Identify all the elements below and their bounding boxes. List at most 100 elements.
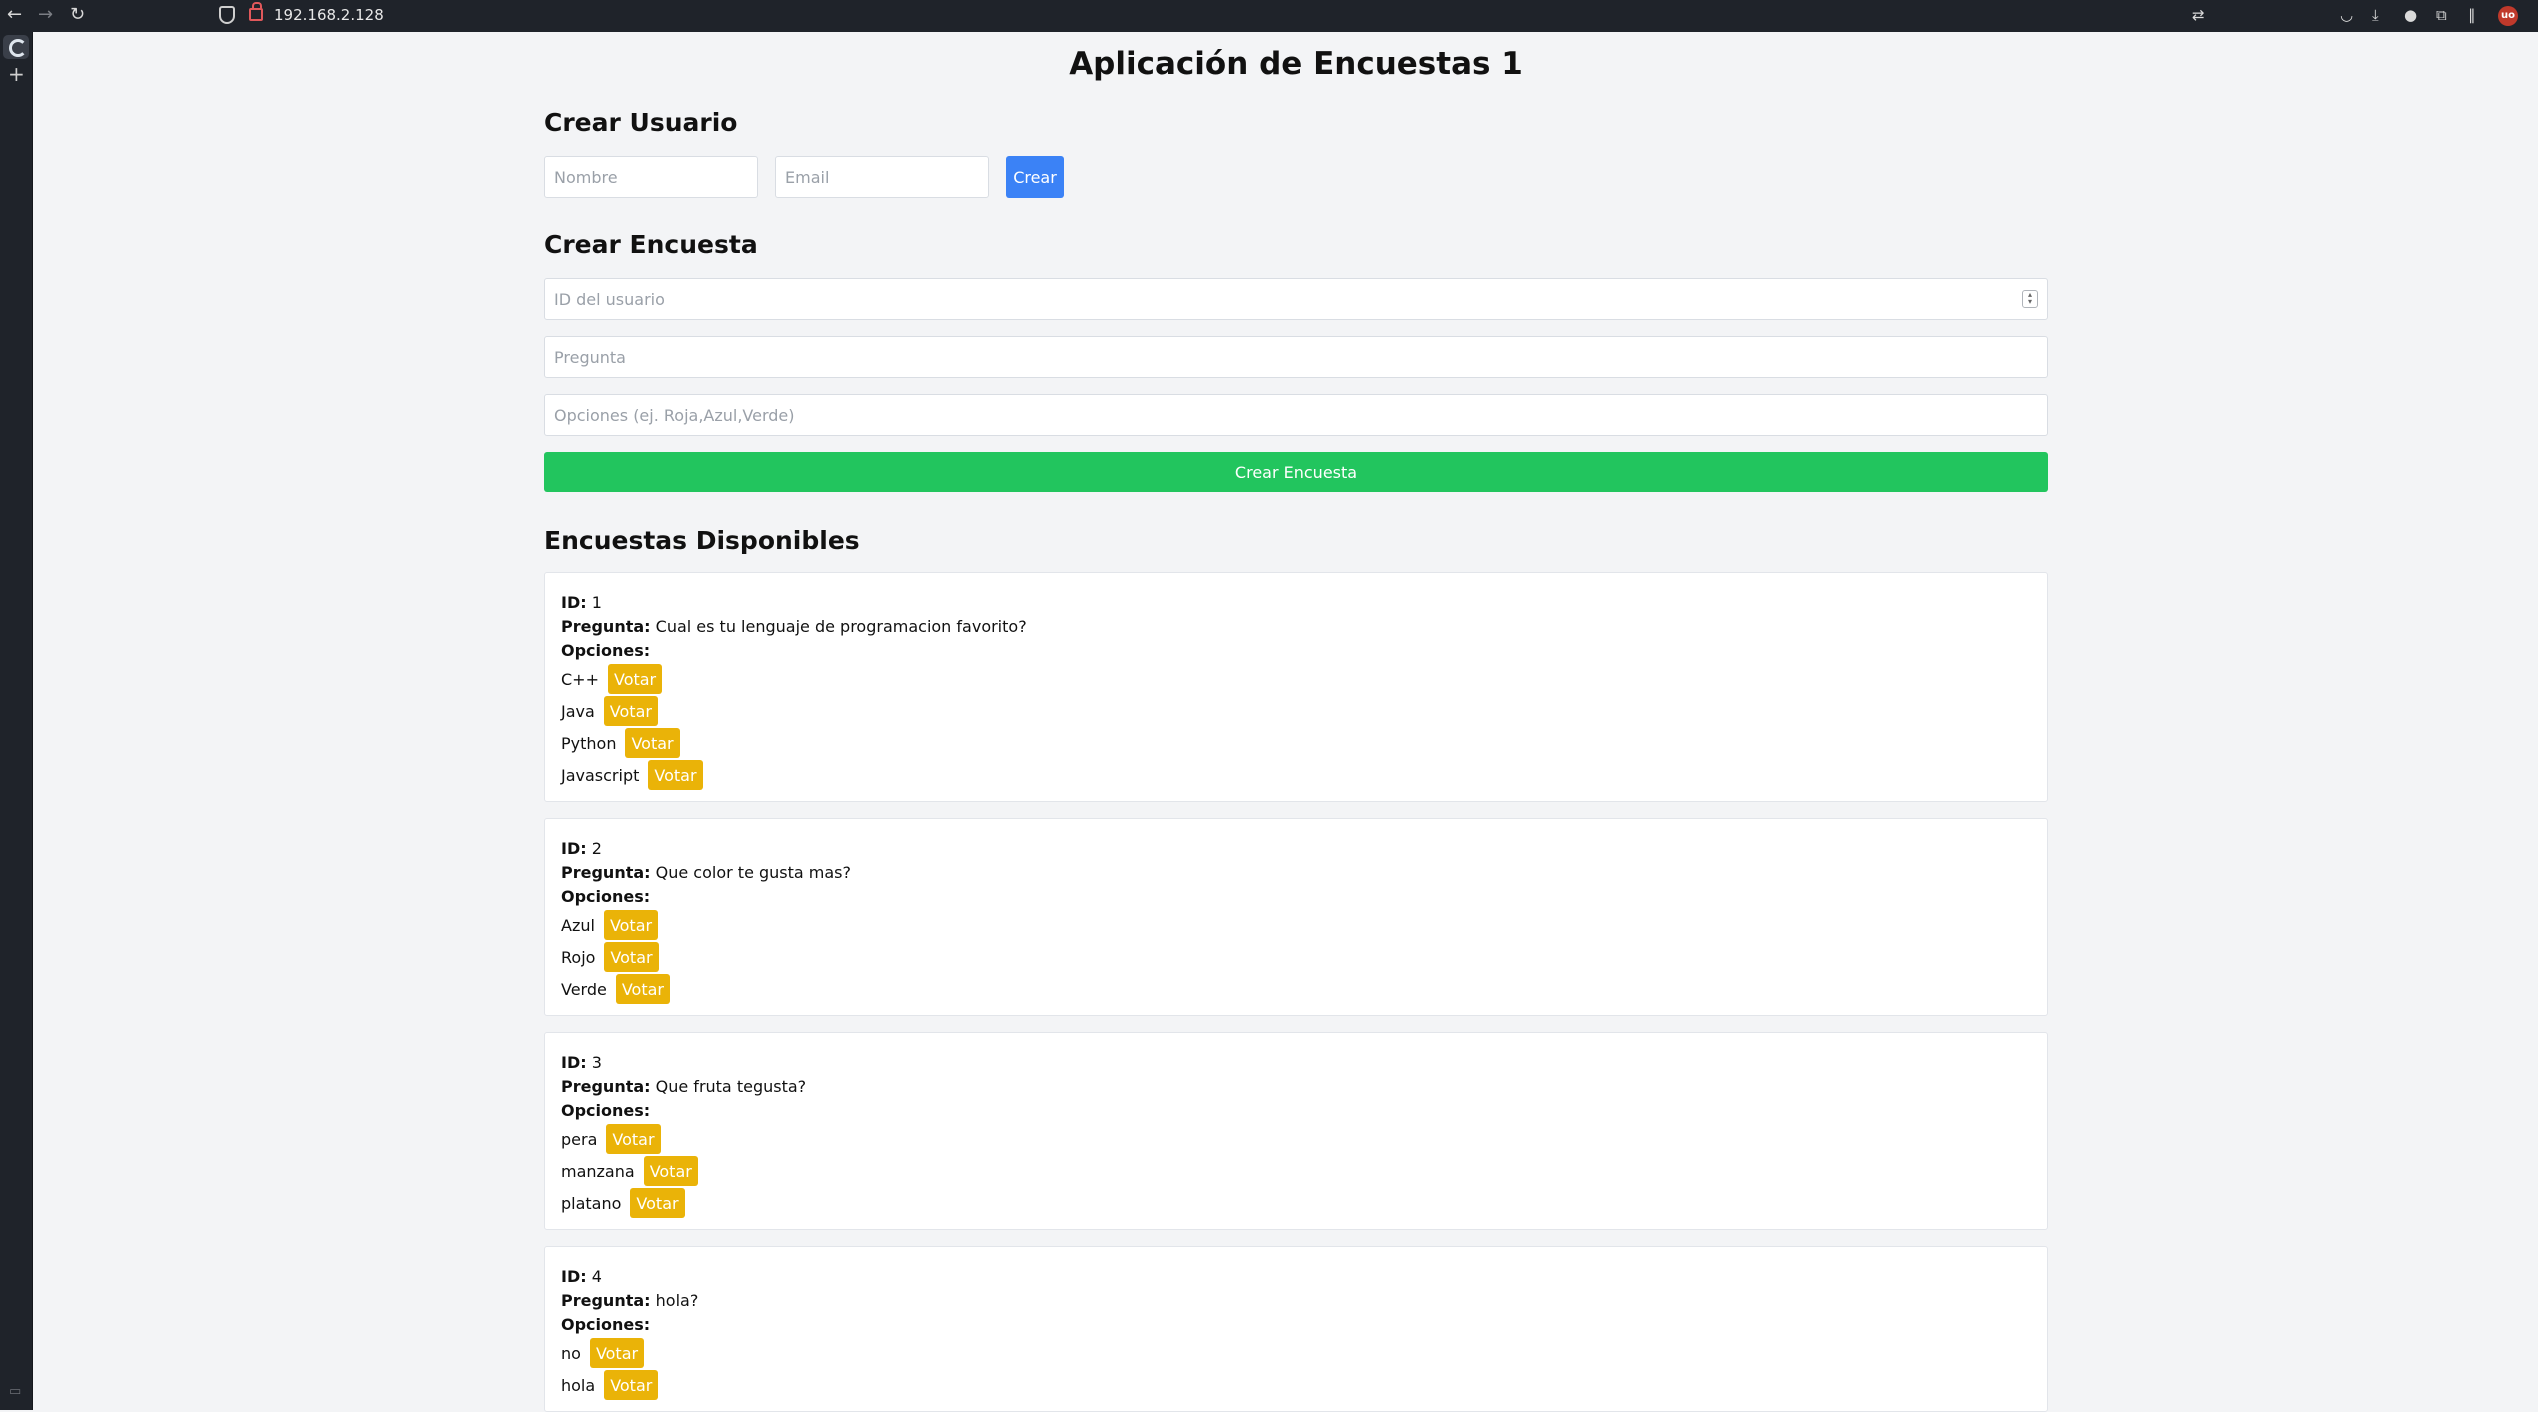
encuesta-id-value: 3: [591, 1053, 602, 1072]
encuesta-pregunta-value: Que color te gusta mas?: [655, 863, 852, 882]
encuesta-opciones-label: Opciones:: [561, 1101, 651, 1120]
browser-sidebar: + ▭: [0, 32, 33, 1410]
encuesta-pregunta: Pregunta: Cual es tu lenguaje de program…: [561, 615, 2031, 639]
votar-button[interactable]: Votar: [606, 1124, 661, 1154]
reload-icon[interactable]: ↻: [70, 4, 85, 25]
encuesta-id-value: 2: [591, 839, 602, 858]
opcion-row: Azul Votar: [561, 909, 2031, 941]
new-tab-icon[interactable]: +: [8, 62, 25, 86]
encuesta-opciones: Opciones:: [561, 1313, 2031, 1337]
opcion-row: C++ Votar: [561, 663, 2031, 695]
pregunta-input[interactable]: [544, 336, 2048, 378]
votar-button[interactable]: Votar: [604, 942, 659, 972]
votar-button[interactable]: Votar: [607, 664, 663, 694]
encuesta-opciones-label: Opciones:: [561, 887, 651, 906]
sidebar-tab-icon[interactable]: [3, 35, 29, 59]
encuesta-id-value: 4: [591, 1267, 602, 1286]
account-icon[interactable]: ●: [2404, 6, 2417, 24]
encuesta-card: ID: 4 Pregunta: hola? Opciones: no Votar hola…: [544, 1246, 2048, 1412]
opcion-label: Python: [561, 733, 617, 753]
opcion-row: Rojo Votar: [561, 941, 2031, 973]
votar-button[interactable]: Votar: [630, 1188, 685, 1218]
encuesta-pregunta: Pregunta: Que fruta tegusta?: [561, 1075, 2031, 1099]
number-stepper-icon[interactable]: ▴ ▾: [2022, 290, 2038, 308]
opcion-row: Python Votar: [561, 727, 2031, 759]
encuesta-card: ID: 2 Pregunta: Que color te gusta mas? Op…: [544, 818, 2048, 1016]
ublock-icon[interactable]: uo: [2498, 6, 2518, 26]
browser-toolbar: ← → ↻ 192.168.2.128 ⇄ ◡ ⤓ ● ⧉ ∥ uo: [0, 0, 2538, 32]
votar-button[interactable]: Votar: [603, 696, 658, 726]
opcion-label: Verde: [561, 979, 607, 999]
opcion-label: platano: [561, 1193, 622, 1213]
opcion-row: no Votar: [561, 1337, 2031, 1369]
crear-encuesta-heading: Crear Encuesta: [544, 230, 758, 259]
encuesta-id-label: ID:: [561, 1053, 587, 1072]
email-input[interactable]: [775, 156, 989, 198]
encuesta-id-label: ID:: [561, 593, 587, 612]
opcion-label: Rojo: [561, 947, 596, 967]
encuesta-id-value: 1: [591, 593, 602, 612]
id-usuario-field: ▴▾: [544, 278, 2048, 320]
opcion-label: Azul: [561, 915, 595, 935]
votar-button[interactable]: Votar: [643, 1156, 698, 1186]
shield-icon[interactable]: [219, 6, 235, 24]
encuesta-id: ID: 4: [561, 1265, 2031, 1289]
nombre-input[interactable]: [544, 156, 758, 198]
opcion-row: hola Votar: [561, 1369, 2031, 1401]
back-icon[interactable]: ←: [7, 4, 22, 25]
encuesta-pregunta-value: Que fruta tegusta?: [655, 1077, 807, 1096]
trash-icon[interactable]: ▭: [9, 1384, 21, 1399]
address-bar[interactable]: 192.168.2.128: [274, 6, 384, 24]
opcion-label: manzana: [561, 1161, 635, 1181]
library-icon[interactable]: ∥: [2468, 6, 2476, 24]
encuesta-id: ID: 3: [561, 1051, 2031, 1075]
votar-button[interactable]: Votar: [589, 1338, 645, 1368]
id-usuario-input[interactable]: [544, 278, 2048, 320]
opciones-input[interactable]: [544, 394, 2048, 436]
opcion-label: pera: [561, 1129, 598, 1149]
translate-icon[interactable]: ⇄: [2192, 6, 2205, 24]
insecure-lock-icon[interactable]: [249, 2, 263, 21]
encuesta-opciones: Opciones:: [561, 639, 2031, 663]
votar-button[interactable]: Votar: [648, 760, 703, 790]
encuesta-id: ID: 1: [561, 591, 2031, 615]
download-icon[interactable]: ⤓: [2372, 6, 2379, 24]
votar-button[interactable]: Votar: [625, 728, 680, 758]
opcion-label: Java: [561, 701, 595, 721]
crear-usuario-heading: Crear Usuario: [544, 108, 738, 137]
encuestas-heading: Encuestas Disponibles: [544, 526, 860, 555]
pocket-icon[interactable]: ◡: [2340, 6, 2353, 24]
votar-button[interactable]: Votar: [604, 1370, 659, 1400]
opcion-label: C++: [561, 669, 599, 689]
votar-button[interactable]: Votar: [615, 974, 670, 1004]
encuesta-pregunta: Pregunta: Que color te gusta mas?: [561, 861, 2031, 885]
encuesta-id: ID: 2: [561, 837, 2031, 861]
page-title: Aplicación de Encuestas 1: [1069, 46, 1523, 82]
opcion-label: Javascript: [561, 765, 640, 785]
encuesta-opciones: Opciones:: [561, 885, 2031, 909]
encuesta-opciones-label: Opciones:: [561, 641, 651, 660]
encuesta-pregunta-label: Pregunta:: [561, 863, 651, 882]
encuesta-card: ID: 3 Pregunta: Que fruta tegusta? Opcione…: [544, 1032, 2048, 1230]
votar-button[interactable]: Votar: [603, 910, 659, 940]
forward-icon[interactable]: →: [38, 4, 53, 25]
opcion-row: pera Votar: [561, 1123, 2031, 1155]
encuesta-pregunta-label: Pregunta:: [561, 1077, 651, 1096]
opcion-label: no: [561, 1343, 581, 1363]
opcion-row: Javascript Votar: [561, 759, 2031, 791]
opcion-label: hola: [561, 1375, 596, 1395]
crear-usuario-button[interactable]: Crear: [1006, 156, 1064, 198]
encuesta-pregunta-value: Cual es tu lenguaje de programacion favo…: [655, 617, 1027, 636]
crear-encuesta-button[interactable]: Crear Encuesta: [544, 452, 2048, 492]
extensions-icon[interactable]: ⧉: [2436, 6, 2447, 24]
encuesta-pregunta-label: Pregunta:: [561, 617, 651, 636]
encuesta-pregunta-label: Pregunta:: [561, 1291, 651, 1310]
encuesta-id-label: ID:: [561, 839, 587, 858]
encuesta-pregunta: Pregunta: hola?: [561, 1289, 2031, 1313]
opcion-row: manzana Votar: [561, 1155, 2031, 1187]
encuesta-id-label: ID:: [561, 1267, 587, 1286]
encuesta-opciones: Opciones:: [561, 1099, 2031, 1123]
opcion-row: Verde Votar: [561, 973, 2031, 1005]
opcion-row: platano Votar: [561, 1187, 2031, 1219]
encuesta-opciones-label: Opciones:: [561, 1315, 651, 1334]
